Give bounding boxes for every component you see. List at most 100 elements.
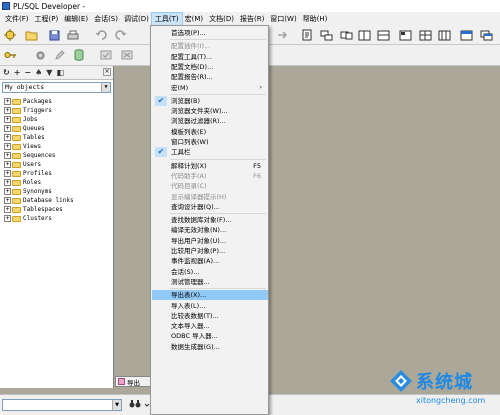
expand-icon[interactable]: + [4,98,11,105]
tools-menu-item[interactable]: 查找数据库对象(F)... [152,215,268,225]
tools-menu-item[interactable]: 配置文档(D)... [152,62,268,72]
chevron-down-icon[interactable]: ▼ [101,83,110,92]
tools-menu-item[interactable]: 配置工具(T)... [152,52,268,62]
tools-menu-item[interactable]: 浏览器文件夹(W)... [152,106,268,116]
menu-3[interactable]: 会话(S) [91,13,121,25]
menu-2[interactable]: 编辑(E) [61,13,91,25]
menu-0[interactable]: 文件(F) [2,13,32,25]
tools-menu-item[interactable]: ODBC 导入器... [152,331,268,341]
tools-menu-item[interactable]: 窗口列表(W) [152,137,268,147]
remove-icon[interactable]: − [24,68,31,77]
menu-10[interactable]: 帮助(H) [300,13,331,25]
open-folder-icon[interactable] [24,28,38,42]
menu-8[interactable]: 报告(R) [237,13,267,25]
tree-item[interactable]: + Tables [4,133,113,142]
find-input[interactable]: ▼ [2,399,122,411]
expand-icon[interactable]: + [4,161,11,168]
tree-item[interactable]: + Roles [4,178,113,187]
tree-item[interactable]: + Synonyms [4,187,113,196]
expand-icon[interactable]: + [4,197,11,204]
expand-icon[interactable]: + [4,134,11,141]
tools-menu-item[interactable]: 编译无效对象(N)... [152,225,268,235]
tools-menu-item[interactable]: 事件监视器(A)... [152,256,268,266]
new-icon[interactable] [3,28,17,42]
expand-icon[interactable]: + [4,215,11,222]
menu-7[interactable]: 文档(D) [206,13,237,25]
tree-item[interactable]: + Clusters [4,214,113,223]
tools-menu-item[interactable]: 会话(S)... [152,267,268,277]
window-list-tab[interactable]: 导出 [115,376,151,387]
window-arrange-icon[interactable] [319,28,333,42]
print-icon[interactable] [66,28,80,42]
chevron-down-icon[interactable]: ▼ [112,400,121,410]
tools-menu-item[interactable]: 宏(M) › [152,83,268,93]
tree-item[interactable]: + Packages [4,97,113,106]
tools-menu-item[interactable]: 浏览器过滤器(R)... [152,116,268,126]
expand-icon[interactable]: + [4,179,11,186]
refresh-icon[interactable]: ↻ [3,68,10,77]
tree-item[interactable]: + Users [4,160,113,169]
rollback-icon[interactable] [120,48,134,62]
expand-icon[interactable]: + [4,206,11,213]
tools-menu-item[interactable]: 首选项(P)... [152,28,268,38]
window-icon[interactable] [459,28,473,42]
tools-menu-item[interactable]: 导入表(L)... [152,301,268,311]
add-icon[interactable]: + [14,68,21,77]
tools-menu-item[interactable]: 数据生成器(G)... [152,342,268,352]
tools-menu-item[interactable]: 模板列表(E) [152,127,268,137]
pencil-icon[interactable] [52,48,66,62]
menu-5[interactable]: 工具(T) [150,11,183,26]
tree-item[interactable]: + Profiles [4,169,113,178]
key-icon[interactable] [3,48,17,62]
tools-menu-item[interactable]: 查询设计器(Q)... [152,202,268,212]
document-icon[interactable] [300,28,314,42]
binoculars-icon[interactable]: ♠ [35,68,42,77]
tools-menu-item[interactable]: 导出表(X)... [152,290,268,301]
window-cascade-icon[interactable] [339,28,353,42]
tree-item[interactable]: + Jobs [4,115,113,124]
windows-icon[interactable] [479,28,493,42]
arrow-right-icon[interactable] [276,28,290,42]
undo-icon[interactable] [94,28,108,42]
layout-columns-icon[interactable] [437,28,451,42]
filter-icon[interactable]: ▼ [46,68,52,77]
menu-9[interactable]: 窗口(W) [267,13,299,25]
menu-4[interactable]: 调试(D) [121,13,152,25]
tools-menu-item[interactable]: ✔ 工具栏 [152,147,268,158]
expand-icon[interactable]: + [4,125,11,132]
window-tile-icon[interactable] [357,28,371,42]
menu-6[interactable]: 宏(M) [182,13,207,25]
tools-menu-item[interactable]: 解释计划(X) F5 [152,161,268,171]
tree-item[interactable]: + Sequences [4,151,113,160]
window-split-icon[interactable] [376,28,390,42]
tree-item[interactable]: + Database links [4,196,113,205]
database-icon[interactable] [72,48,86,62]
object-filter-select[interactable]: My objects ▼ [2,82,111,93]
layout-icon[interactable] [398,28,412,42]
layout-grid-icon[interactable] [418,28,432,42]
binoculars-icon[interactable] [129,399,141,411]
tools-menu-item[interactable]: 文本导入器... [152,321,268,331]
expand-icon[interactable]: + [4,116,11,123]
tree-item[interactable]: + Views [4,142,113,151]
tree-item[interactable]: + Triggers [4,106,113,115]
tools-menu-item[interactable]: 导出用户对象(U)... [152,236,268,246]
redo-icon[interactable] [114,28,128,42]
tree-item[interactable]: + Tablespaces [4,205,113,214]
commit-icon[interactable] [99,48,113,62]
menu-1[interactable]: 工程(P) [32,13,62,25]
save-icon[interactable] [47,28,61,42]
tools-menu-item[interactable]: 测试管理器... [152,277,268,287]
close-icon[interactable]: × [103,68,111,76]
tools-menu-item[interactable]: 比较表数据(T)... [152,311,268,321]
expand-icon[interactable]: + [4,170,11,177]
expand-icon[interactable]: + [4,143,11,150]
tools-menu-item[interactable]: ✔ 浏览器(B) [152,95,268,106]
tools-menu-item[interactable]: 配置报告(R)... [152,72,268,82]
expand-icon[interactable]: + [4,188,11,195]
tree-item[interactable]: + Queues [4,124,113,133]
folder-filter-icon[interactable]: ◧ [56,68,64,77]
expand-icon[interactable]: + [4,152,11,159]
gear-icon[interactable] [33,48,47,62]
tools-menu-item[interactable]: 比较用户对象(P)... [152,246,268,256]
